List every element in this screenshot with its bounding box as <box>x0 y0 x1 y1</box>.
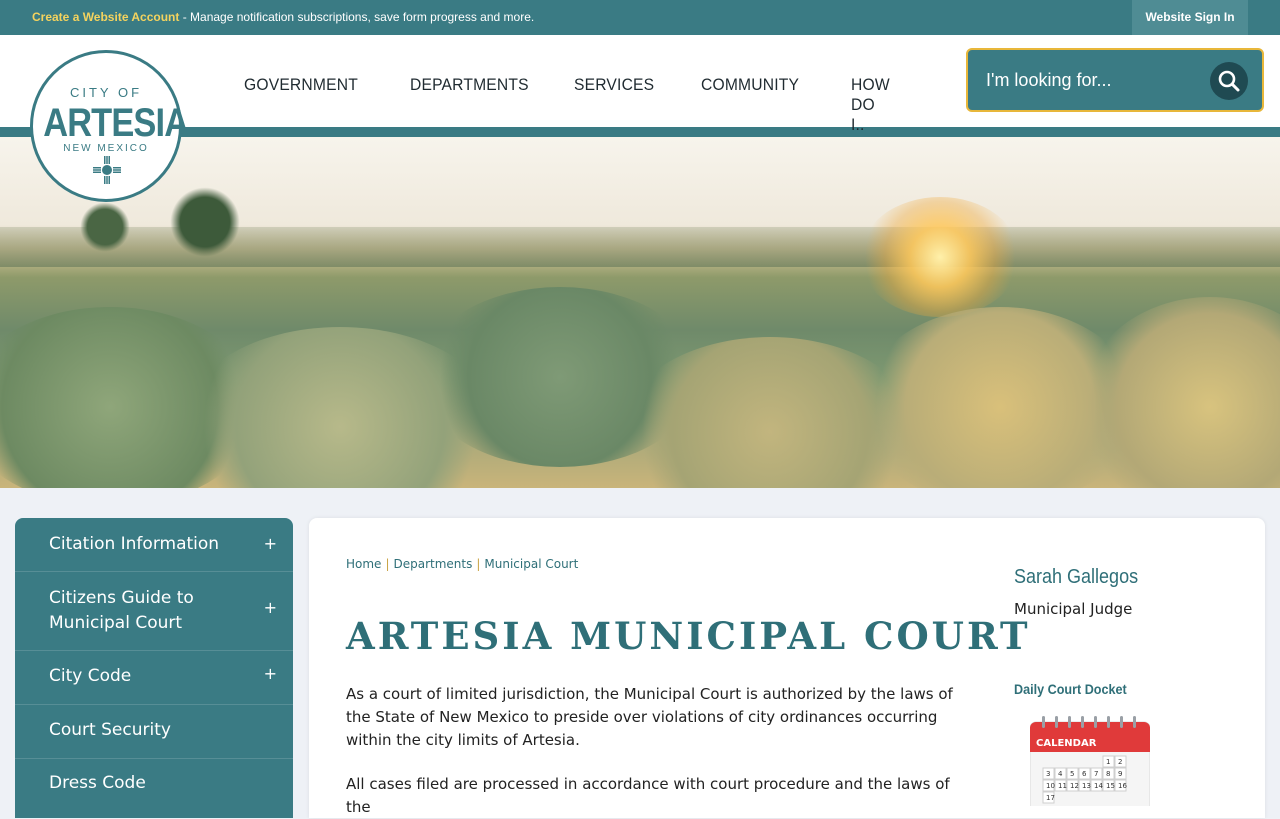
calendar-day: 12 <box>1070 782 1079 790</box>
calendar-ring <box>1107 716 1110 728</box>
calendar-day: 16 <box>1118 782 1127 790</box>
sidebar-item-label: City Code <box>49 666 132 686</box>
breadcrumb-home[interactable]: Home <box>346 557 381 571</box>
calendar-day: 4 <box>1058 770 1063 778</box>
sidebar-item-citation-information[interactable]: Citation Information + <box>15 532 293 572</box>
calendar-ring <box>1094 716 1097 728</box>
hero-banner <box>0 137 1280 488</box>
breadcrumb-departments[interactable]: Departments <box>393 557 472 571</box>
calendar-day: 1 <box>1106 758 1110 766</box>
search-input[interactable] <box>986 65 1206 95</box>
sidebar-item-label: Dress Code <box>49 773 146 793</box>
calendar-day: 15 <box>1106 782 1115 790</box>
calendar-ring <box>1133 716 1136 728</box>
site-search <box>966 48 1264 112</box>
sidebar-item-citizens-guide[interactable]: Citizens Guide to Municipal Court + <box>15 586 293 638</box>
calendar-ring <box>1042 716 1045 728</box>
judge-title: Municipal Judge <box>1014 600 1133 618</box>
calendar-day: 8 <box>1106 770 1110 778</box>
breadcrumb-separator: | <box>476 557 481 571</box>
judge-name: Sarah Gallegos <box>1014 566 1139 588</box>
nav-departments[interactable]: DEPARTMENTS <box>410 75 529 95</box>
calendar-day: 13 <box>1082 782 1091 790</box>
expand-icon[interactable]: + <box>264 664 277 683</box>
calendar-day: 7 <box>1094 770 1098 778</box>
calendar-ring <box>1120 716 1123 728</box>
sidebar-item-label: Citation Information <box>49 534 220 554</box>
sidebar-divider <box>15 650 293 651</box>
hero-shrub <box>1080 297 1280 488</box>
utility-bar: Create a Website Account - Manage notifi… <box>0 0 1280 35</box>
intro-paragraph: As a court of limited jurisdiction, the … <box>346 685 953 749</box>
search-icon <box>1218 70 1240 92</box>
zia-symbol-icon <box>93 156 121 184</box>
nav-how-do-i[interactable]: HOW DO I.. <box>851 75 890 135</box>
logo-state: NEW MEXICO <box>63 143 149 154</box>
calendar-day: 5 <box>1070 770 1074 778</box>
expand-icon[interactable]: + <box>264 534 277 553</box>
logo-city-of: CITY OF <box>69 85 143 100</box>
calendar-icon[interactable]: CALENDAR 1 2 3 4 5 6 7 8 9 10 11 12 13 14 15 16 17 <box>1029 716 1151 813</box>
sidebar-item-label: Court Security <box>49 720 171 740</box>
daily-court-docket-link[interactable]: Daily Court Docket <box>1014 681 1127 697</box>
calendar-day: 14 <box>1094 782 1103 790</box>
calendar-day: 9 <box>1118 770 1122 778</box>
calendar-day: 6 <box>1082 770 1087 778</box>
breadcrumb-separator: | <box>385 557 390 571</box>
expand-icon[interactable]: + <box>264 598 277 617</box>
sidebar-item-court-security[interactable]: Court Security <box>15 718 293 758</box>
create-account-link[interactable]: Create a Website Account <box>32 10 179 24</box>
search-button[interactable] <box>1210 62 1248 100</box>
calendar-ring <box>1068 716 1071 728</box>
nav-government[interactable]: GOVERNMENT <box>244 75 358 95</box>
nav-community[interactable]: COMMUNITY <box>701 75 799 95</box>
hero-tree <box>170 187 240 257</box>
breadcrumb: Home | Departments | Municipal Court <box>346 557 578 571</box>
sidebar-divider <box>15 758 293 759</box>
logo-name: ARTESIA <box>43 101 189 145</box>
calendar-day: 2 <box>1118 758 1122 766</box>
sidebar-item-dress-code[interactable]: Dress Code <box>15 771 293 811</box>
sidebar-item-city-code[interactable]: City Code + <box>15 664 293 704</box>
sidebar-divider <box>15 704 293 705</box>
sidebar-item-label: Citizens Guide to Municipal Court <box>49 588 194 633</box>
calendar-day: 11 <box>1058 782 1067 790</box>
content-card: Home | Departments | Municipal Court ARTESIA… <box>309 518 1265 818</box>
page-title: ARTESIA MUNICIPAL COURT <box>346 614 1031 658</box>
nav-services[interactable]: SERVICES <box>574 75 654 95</box>
calendar-day: 17 <box>1046 794 1055 802</box>
calendar-day: 3 <box>1046 770 1050 778</box>
hero-tree <box>80 202 130 252</box>
account-promo-text: - Manage notification subscriptions, sav… <box>179 10 535 24</box>
calendar-graphic: CALENDAR 1 23 4 5 6 7 8 910 11 12 13 14 15 1617 <box>1029 716 1151 813</box>
calendar-ring <box>1081 716 1084 728</box>
header-divider <box>0 127 1280 137</box>
procedure-paragraph: All cases filed are processed in accorda… <box>346 775 950 816</box>
hero-sun <box>860 197 1020 317</box>
breadcrumb-municipal-court[interactable]: Municipal Court <box>484 557 578 571</box>
account-promo: Create a Website Account - Manage notifi… <box>32 0 534 35</box>
calendar-ring <box>1055 716 1058 728</box>
calendar-day: 10 <box>1046 782 1055 790</box>
sidebar-divider <box>15 571 293 572</box>
city-logo[interactable]: CITY OF ARTESIA NEW MEXICO <box>30 50 189 202</box>
calendar-label: CALENDAR <box>1036 738 1097 749</box>
website-sign-in-button[interactable]: Website Sign In <box>1132 0 1248 35</box>
sidebar-nav: Citation Information + Citizens Guide to… <box>15 518 293 818</box>
